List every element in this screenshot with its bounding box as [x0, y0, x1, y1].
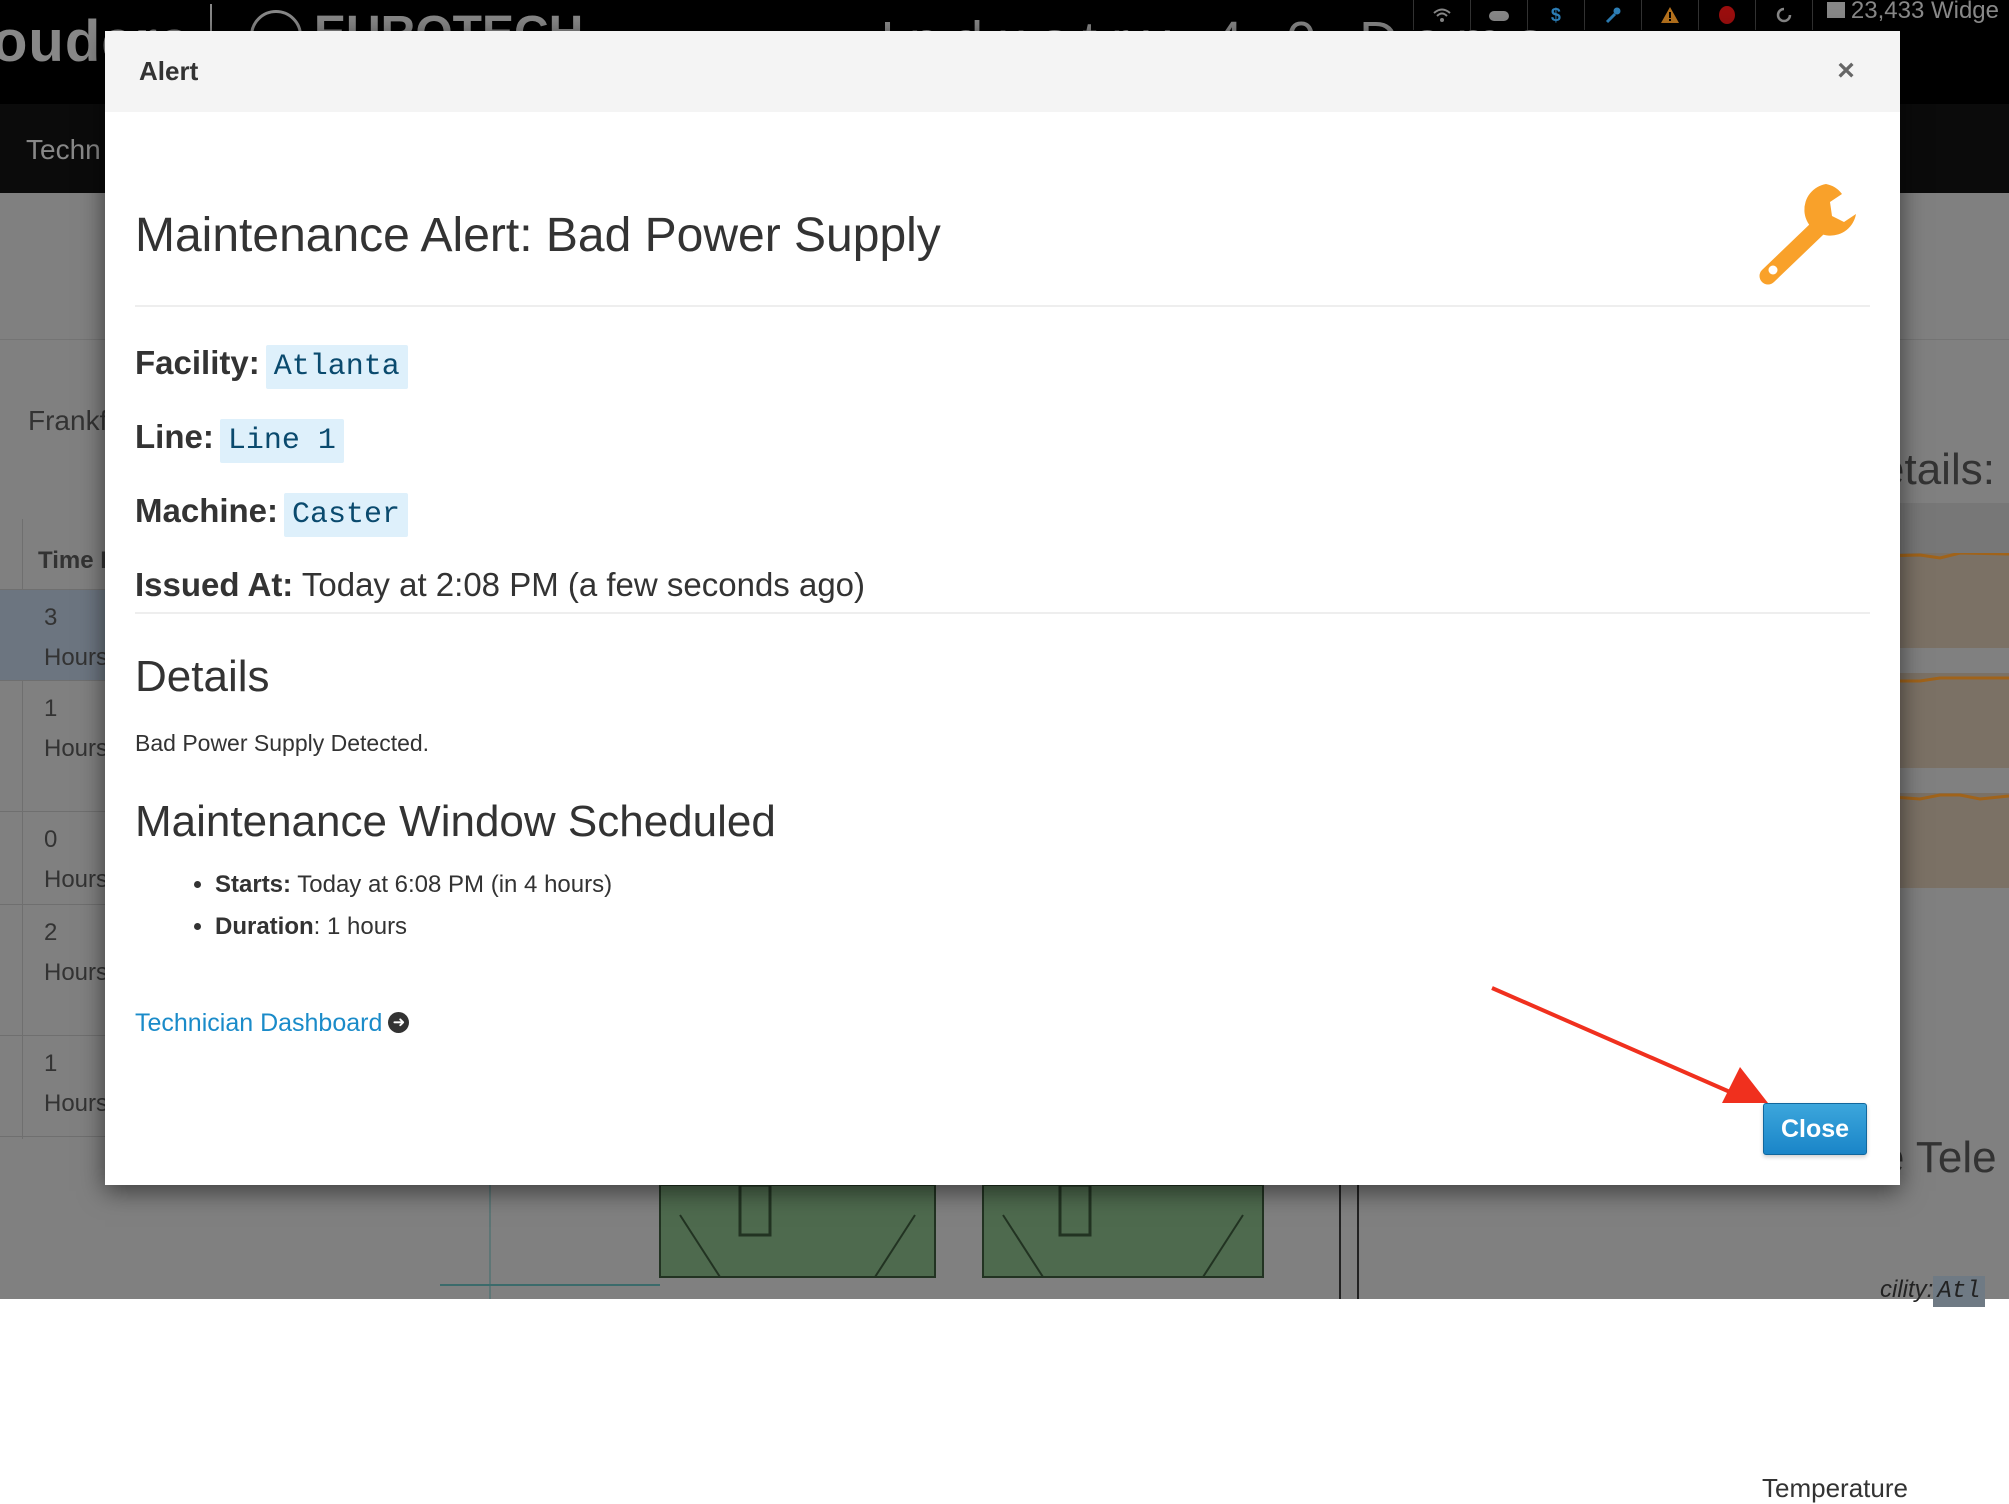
table-row[interactable]: 2 Hours	[0, 905, 110, 1036]
machine-tank	[659, 1185, 936, 1278]
status-icons: $ 23,433 Widge	[1412, 0, 2009, 30]
widget-count: 23,433 Widge	[1811, 0, 2009, 30]
issued-at-value: Today at 2:08 PM (a few seconds ago)	[301, 566, 866, 603]
starts-value: Today at 6:08 PM (in 4 hours)	[297, 871, 613, 898]
close-icon[interactable]: ×	[1828, 53, 1864, 89]
window-duration: Duration: 1 hours	[215, 906, 612, 948]
line-field: Line: Line 1	[135, 418, 344, 463]
wifi-icon[interactable]	[1412, 0, 1470, 30]
temperature-label: Temperature	[1762, 1473, 1908, 1503]
modal-header: Alert ×	[105, 31, 1900, 112]
row-value: 2	[44, 919, 58, 946]
facility-value: Atl	[1933, 1276, 1985, 1307]
row-value: 1	[44, 695, 58, 722]
refresh-icon[interactable]	[1754, 0, 1812, 30]
facility-label: cility: Atl	[1880, 1276, 1985, 1307]
divider	[135, 305, 1870, 307]
row-value: 0	[44, 826, 58, 853]
details-heading: Details	[135, 652, 270, 701]
technician-dashboard-link-text: Technician Dashboard	[135, 1009, 383, 1037]
machine-diagram	[440, 1185, 1359, 1299]
facility-label: Facility:	[135, 344, 260, 381]
arrow-circle-right-icon: ➜	[388, 1011, 410, 1033]
wrench-icon	[1759, 184, 1856, 285]
maintenance-window-list: Starts: Today at 6:08 PM (in 4 hours) Du…	[135, 864, 612, 948]
line-label: Line:	[135, 418, 214, 455]
window-starts: Starts: Today at 6:08 PM (in 4 hours)	[215, 864, 612, 906]
alert-modal: Alert × Maintenance Alert: Bad Power Sup…	[105, 31, 1900, 1185]
cloud-icon[interactable]	[1469, 0, 1527, 30]
machine-field: Machine: Caster	[135, 492, 409, 537]
maintenance-window-heading: Maintenance Window Scheduled	[135, 797, 776, 846]
location-label: Frankf	[28, 405, 108, 436]
technician-dashboard-link[interactable]: Technician Dashboard ➜	[135, 1009, 410, 1038]
modal-body: Maintenance Alert: Bad Power Supply Faci…	[135, 112, 1870, 1185]
row-unit: Hours	[44, 866, 109, 893]
modal-title: Alert	[139, 56, 199, 86]
row-value: 3	[44, 604, 58, 631]
table-row[interactable]: 1 Hours	[0, 1036, 110, 1137]
issued-at-field: Issued At: Today at 2:08 PM (a few secon…	[135, 566, 865, 604]
table-header: Time I	[0, 519, 110, 590]
details-text: Bad Power Supply Detected.	[135, 730, 430, 756]
divider	[135, 612, 1870, 614]
machine-value: Caster	[284, 493, 409, 537]
machine-tank	[982, 1185, 1264, 1278]
table-row[interactable]: 1 Hours	[0, 681, 110, 812]
table-row[interactable]: 3 Hours	[0, 590, 110, 681]
duration-value: : 1 hours	[313, 913, 408, 940]
alert-heading: Maintenance Alert: Bad Power Supply	[135, 209, 941, 262]
table-row[interactable]: 0 Hours	[0, 812, 110, 905]
widget-count-text: 23,433 Widge	[1850, 0, 1999, 24]
factory-icon	[1826, 2, 1845, 18]
row-unit: Hours	[44, 959, 109, 986]
alert-dot-icon[interactable]	[1697, 0, 1755, 30]
row-value: 1	[44, 1050, 58, 1077]
wrench-icon[interactable]	[1583, 0, 1641, 30]
facility-field: Facility: Atlanta	[135, 344, 408, 389]
close-button[interactable]: Close	[1763, 1103, 1867, 1155]
row-unit: Hours	[44, 644, 109, 671]
issued-at-label: Issued At:	[135, 566, 294, 603]
nav-item-technician[interactable]: Techn	[26, 134, 101, 166]
dollar-icon[interactable]: $	[1526, 0, 1584, 30]
warning-icon[interactable]	[1640, 0, 1698, 30]
facility-value: Atlanta	[265, 345, 408, 389]
duration-label: Duration	[215, 913, 314, 940]
starts-label: Starts:	[215, 871, 292, 898]
row-unit: Hours	[44, 735, 109, 762]
column-header-time: Time I	[38, 547, 107, 574]
machine-label: Machine:	[135, 492, 279, 529]
row-unit: Hours	[44, 1090, 109, 1117]
line-value: Line 1	[219, 419, 344, 463]
